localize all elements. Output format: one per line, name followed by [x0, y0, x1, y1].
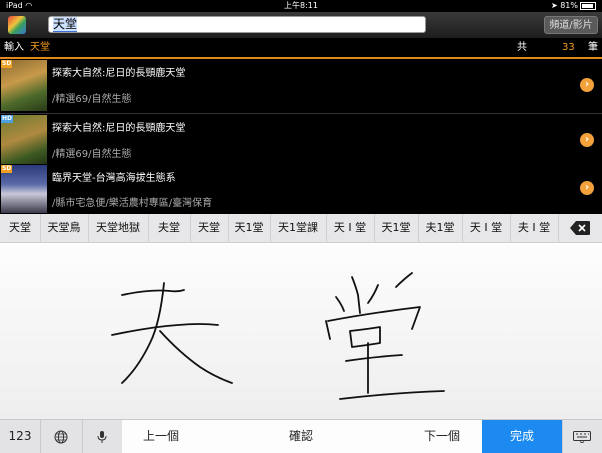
globe-icon[interactable] — [40, 420, 83, 453]
result-category: /精選69/自然生態 — [52, 94, 132, 105]
candidate-item[interactable]: 天1堂課 — [270, 214, 327, 242]
query-text: 天堂 — [30, 42, 50, 53]
video-thumbnail: SD — [1, 60, 47, 111]
candidate-item[interactable]: 天 I 堂 — [462, 214, 511, 242]
total-label: 共 — [517, 42, 527, 53]
battery-icon — [580, 1, 596, 10]
handwriting-keyboard: 天堂 天堂鳥 天堂地獄 夫堂 天堂 天1堂 天1堂課 天 I 堂 天1堂 夫1堂… — [0, 214, 602, 453]
video-thumbnail: SD — [1, 165, 47, 213]
list-item[interactable]: SD 臨界天堂-台灣高海拔生態系 /縣市宅急便/樂活農村專區/臺灣保育 › — [0, 164, 602, 215]
result-title: 臨界天堂-台灣高海拔生態系 — [52, 173, 176, 184]
candidate-item[interactable]: 天堂 — [0, 214, 41, 242]
result-count: 33 — [562, 42, 575, 53]
search-info-bar: 輸入 天堂 共 33 筆 — [0, 39, 602, 59]
prev-key[interactable]: 上一個 — [122, 420, 201, 453]
battery-status: ➤ 81% — [551, 0, 596, 12]
candidate-item[interactable]: 天堂地獄 — [88, 214, 149, 242]
candidate-item[interactable]: 天1堂 — [228, 214, 271, 242]
candidate-item[interactable]: 天1堂 — [374, 214, 419, 242]
count-unit: 筆 — [588, 42, 598, 53]
candidate-item[interactable]: 天 I 堂 — [326, 214, 375, 242]
quality-badge: SD — [1, 165, 13, 173]
candidate-item[interactable]: 夫1堂 — [418, 214, 463, 242]
clock: 上午8:11 — [284, 1, 318, 10]
list-item[interactable]: SD 探索大自然:尼日的長頸鹿天堂 /精選69/自然生態 › — [0, 59, 602, 114]
chevron-right-icon[interactable]: › — [580, 78, 594, 92]
app-logo-icon[interactable] — [8, 16, 26, 34]
candidate-bar: 天堂 天堂鳥 天堂地獄 夫堂 天堂 天1堂 天1堂課 天 I 堂 天1堂 夫1堂… — [0, 214, 602, 243]
keyboard-toolbar: 123 上一個 確認 下一個 完成 — [0, 419, 602, 453]
result-category: /縣市宅急便/樂活農村專區/臺灣保育 — [52, 198, 213, 209]
chevron-right-icon[interactable]: › — [580, 181, 594, 195]
microphone-icon[interactable] — [82, 420, 123, 453]
channel-video-toggle-button[interactable]: 頻道/影片 — [544, 16, 598, 34]
result-title: 探索大自然:尼日的長頸鹿天堂 — [52, 123, 186, 134]
result-category: /精選69/自然生態 — [52, 149, 132, 160]
done-key[interactable]: 完成 — [482, 420, 563, 453]
candidate-item[interactable]: 夫 I 堂 — [510, 214, 559, 242]
numbers-key[interactable]: 123 — [0, 420, 41, 453]
candidate-item[interactable]: 天堂鳥 — [40, 214, 89, 242]
candidate-item[interactable]: 夫堂 — [148, 214, 191, 242]
result-title: 探索大自然:尼日的長頸鹿天堂 — [52, 68, 186, 79]
backspace-icon[interactable] — [570, 221, 590, 235]
dismiss-keyboard-icon[interactable] — [562, 420, 602, 453]
input-label: 輸入 — [4, 42, 24, 53]
quality-badge: HD — [1, 115, 14, 123]
list-item[interactable]: HD 探索大自然:尼日的長頸鹿天堂 /精選69/自然生態 › — [0, 114, 602, 169]
candidate-item[interactable]: 天堂 — [190, 214, 229, 242]
chevron-right-icon[interactable]: › — [580, 133, 594, 147]
video-thumbnail: HD — [1, 115, 47, 166]
handwriting-canvas[interactable] — [0, 243, 602, 419]
quality-badge: SD — [1, 60, 13, 68]
top-toolbar: 天堂 頻道/影片 — [0, 12, 602, 39]
location-icon: ➤ — [550, 1, 558, 10]
next-key[interactable]: 下一個 — [402, 420, 483, 453]
confirm-key[interactable]: 確認 — [200, 420, 403, 453]
status-bar: iPad ◠ 上午8:11 ➤ 81% — [0, 0, 602, 12]
search-input[interactable]: 天堂 — [48, 16, 426, 33]
